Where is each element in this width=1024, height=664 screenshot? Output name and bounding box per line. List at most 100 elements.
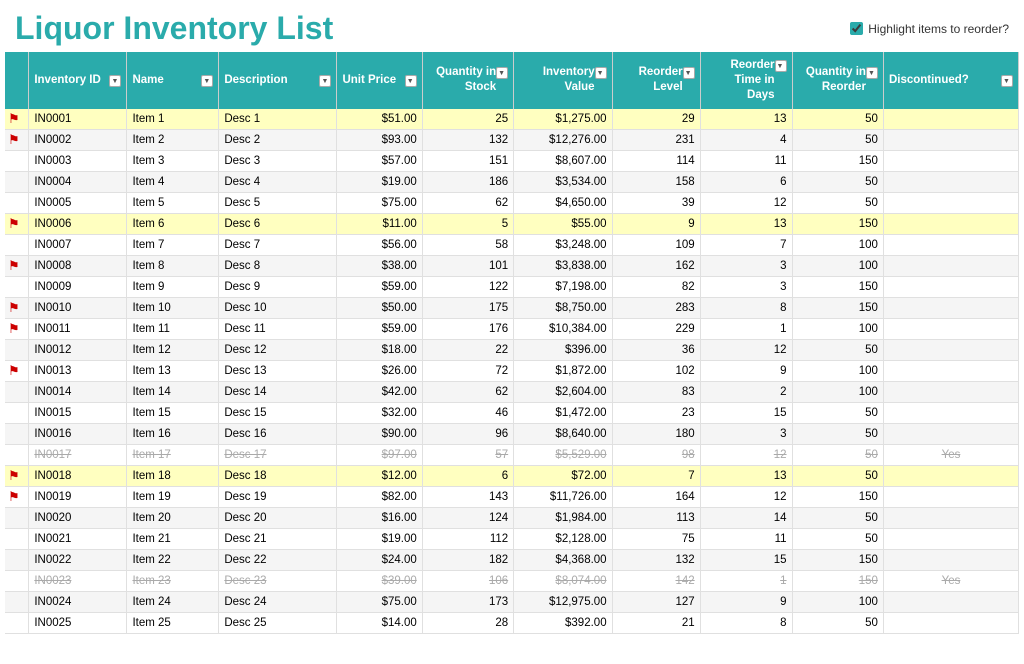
filter-qty-stock[interactable] bbox=[496, 67, 508, 79]
cell-inv-value: $3,248.00 bbox=[514, 234, 612, 255]
cell-reorder-time: 13 bbox=[700, 465, 792, 486]
cell-desc: Desc 9 bbox=[219, 276, 337, 297]
cell-id: IN0007 bbox=[29, 234, 127, 255]
cell-id: IN0020 bbox=[29, 507, 127, 528]
cell-qty-reorder: 100 bbox=[792, 255, 883, 276]
cell-discontinued bbox=[883, 612, 1018, 633]
cell-unit-price: $18.00 bbox=[337, 339, 422, 360]
highlight-checkbox-area[interactable]: Highlight items to reorder? bbox=[850, 22, 1009, 36]
filter-name[interactable] bbox=[201, 75, 213, 87]
flag-cell bbox=[5, 612, 29, 633]
table-row: IN0016Item 16Desc 16$90.0096$8,640.00180… bbox=[5, 423, 1019, 444]
cell-id: IN0024 bbox=[29, 591, 127, 612]
page-header: Liquor Inventory List Highlight items to… bbox=[0, 0, 1024, 52]
cell-qty-stock: 58 bbox=[422, 234, 513, 255]
cell-inv-value: $7,198.00 bbox=[514, 276, 612, 297]
flag-cell bbox=[5, 570, 29, 591]
cell-qty-stock: 6 bbox=[422, 465, 513, 486]
flag-cell bbox=[5, 192, 29, 213]
filter-id[interactable] bbox=[109, 75, 121, 87]
cell-name: Item 25 bbox=[127, 612, 219, 633]
cell-unit-price: $32.00 bbox=[337, 402, 422, 423]
cell-qty-reorder: 150 bbox=[792, 570, 883, 591]
cell-reorder-level: 98 bbox=[612, 444, 700, 465]
flag-cell: ⚑ bbox=[5, 255, 29, 276]
highlight-checkbox[interactable] bbox=[850, 22, 863, 35]
table-row: IN0025Item 25Desc 25$14.0028$392.0021850 bbox=[5, 612, 1019, 633]
table-row: IN0015Item 15Desc 15$32.0046$1,472.00231… bbox=[5, 402, 1019, 423]
filter-unit-price[interactable] bbox=[405, 75, 417, 87]
cell-inv-value: $4,650.00 bbox=[514, 192, 612, 213]
cell-desc: Desc 18 bbox=[219, 465, 337, 486]
cell-qty-reorder: 100 bbox=[792, 360, 883, 381]
col-header-desc: Description bbox=[219, 52, 337, 109]
table-row: ⚑IN0001Item 1Desc 1$51.0025$1,275.002913… bbox=[5, 109, 1019, 130]
flag-cell bbox=[5, 528, 29, 549]
table-row: IN0009Item 9Desc 9$59.00122$7,198.008231… bbox=[5, 276, 1019, 297]
cell-unit-price: $57.00 bbox=[337, 150, 422, 171]
cell-qty-reorder: 150 bbox=[792, 486, 883, 507]
cell-id: IN0011 bbox=[29, 318, 127, 339]
cell-reorder-level: 9 bbox=[612, 213, 700, 234]
highlight-label[interactable]: Highlight items to reorder? bbox=[868, 22, 1009, 36]
cell-desc: Desc 23 bbox=[219, 570, 337, 591]
flag-cell: ⚑ bbox=[5, 360, 29, 381]
cell-unit-price: $93.00 bbox=[337, 129, 422, 150]
flag-cell bbox=[5, 171, 29, 192]
cell-name: Item 22 bbox=[127, 549, 219, 570]
cell-desc: Desc 15 bbox=[219, 402, 337, 423]
cell-qty-reorder: 100 bbox=[792, 381, 883, 402]
cell-desc: Desc 20 bbox=[219, 507, 337, 528]
cell-discontinued bbox=[883, 360, 1018, 381]
cell-qty-reorder: 100 bbox=[792, 591, 883, 612]
cell-qty-stock: 28 bbox=[422, 612, 513, 633]
filter-reorder-time[interactable] bbox=[775, 60, 787, 72]
cell-reorder-level: 113 bbox=[612, 507, 700, 528]
col-header-id: Inventory ID bbox=[29, 52, 127, 109]
flag-cell bbox=[5, 234, 29, 255]
cell-id: IN0012 bbox=[29, 339, 127, 360]
cell-discontinued bbox=[883, 549, 1018, 570]
cell-unit-price: $59.00 bbox=[337, 276, 422, 297]
cell-unit-price: $26.00 bbox=[337, 360, 422, 381]
cell-qty-stock: 46 bbox=[422, 402, 513, 423]
filter-desc[interactable] bbox=[319, 75, 331, 87]
cell-name: Item 10 bbox=[127, 297, 219, 318]
filter-qty-reorder[interactable] bbox=[866, 67, 878, 79]
cell-desc: Desc 16 bbox=[219, 423, 337, 444]
cell-name: Item 21 bbox=[127, 528, 219, 549]
cell-qty-reorder: 50 bbox=[792, 444, 883, 465]
table-row: ⚑IN0010Item 10Desc 10$50.00175$8,750.002… bbox=[5, 297, 1019, 318]
cell-reorder-time: 3 bbox=[700, 423, 792, 444]
table-row: ⚑IN0019Item 19Desc 19$82.00143$11,726.00… bbox=[5, 486, 1019, 507]
cell-name: Item 15 bbox=[127, 402, 219, 423]
cell-discontinued bbox=[883, 318, 1018, 339]
cell-unit-price: $14.00 bbox=[337, 612, 422, 633]
cell-qty-reorder: 50 bbox=[792, 507, 883, 528]
cell-reorder-level: 142 bbox=[612, 570, 700, 591]
cell-desc: Desc 12 bbox=[219, 339, 337, 360]
cell-desc: Desc 13 bbox=[219, 360, 337, 381]
cell-qty-stock: 101 bbox=[422, 255, 513, 276]
flag-icon: ⚑ bbox=[8, 363, 20, 378]
cell-desc: Desc 6 bbox=[219, 213, 337, 234]
flag-icon: ⚑ bbox=[8, 132, 20, 147]
cell-reorder-time: 8 bbox=[700, 297, 792, 318]
cell-qty-reorder: 100 bbox=[792, 318, 883, 339]
filter-discontinued[interactable] bbox=[1001, 75, 1013, 87]
filter-reorder-level[interactable] bbox=[683, 67, 695, 79]
filter-inv-value[interactable] bbox=[595, 67, 607, 79]
cell-inv-value: $12,975.00 bbox=[514, 591, 612, 612]
cell-reorder-level: 158 bbox=[612, 171, 700, 192]
cell-discontinued bbox=[883, 255, 1018, 276]
cell-name: Item 4 bbox=[127, 171, 219, 192]
cell-qty-reorder: 50 bbox=[792, 465, 883, 486]
cell-name: Item 7 bbox=[127, 234, 219, 255]
cell-inv-value: $4,368.00 bbox=[514, 549, 612, 570]
cell-id: IN0001 bbox=[29, 109, 127, 130]
table-row: IN0023Item 23Desc 23$39.00106$8,074.0014… bbox=[5, 570, 1019, 591]
flag-icon: ⚑ bbox=[8, 321, 20, 336]
cell-reorder-level: 283 bbox=[612, 297, 700, 318]
flag-cell: ⚑ bbox=[5, 486, 29, 507]
flag-icon: ⚑ bbox=[8, 489, 20, 504]
